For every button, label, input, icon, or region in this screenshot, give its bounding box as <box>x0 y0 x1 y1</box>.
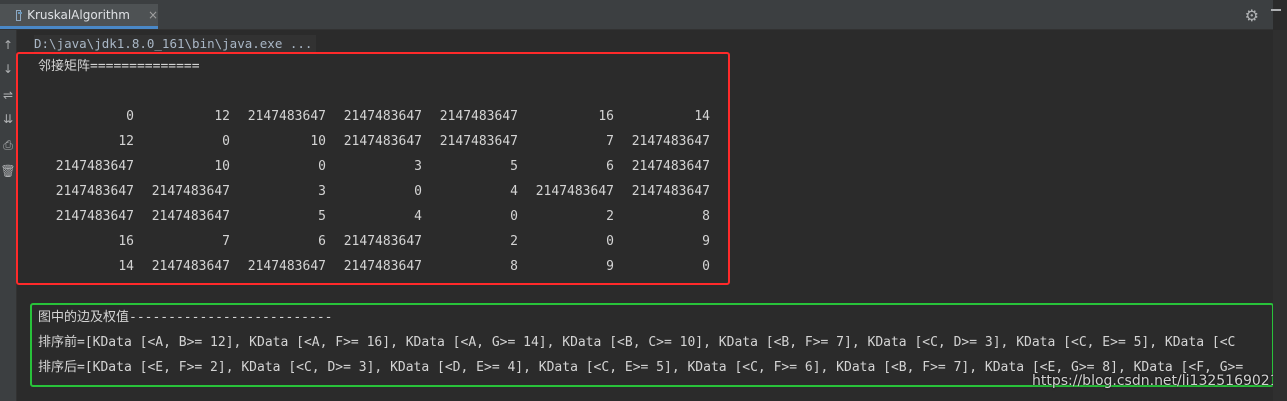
matrix-cell: 10 <box>214 159 230 174</box>
matrix-cell: 12 <box>118 134 134 149</box>
tab-label: KruskalAlgorithm <box>27 8 130 22</box>
soft-wrap-icon[interactable]: ⇌ <box>0 88 16 102</box>
run-tab-bar: KruskalAlgorithm × ⚙ <box>0 4 1273 30</box>
matrix-cell: 2147483647 <box>247 259 326 274</box>
matrix-cell: 2147483647 <box>151 184 230 199</box>
matrix-cell: 2147483647 <box>343 234 422 249</box>
matrix-cell: 0 <box>606 234 614 249</box>
matrix-cell: 7 <box>606 134 614 149</box>
matrix-cell: 8 <box>702 209 710 224</box>
matrix-cell: 10 <box>310 134 326 149</box>
matrix-row: 0 12 2147483647 2147483647 2147483647 16 14 <box>0 107 720 127</box>
vertical-scrollbar[interactable] <box>1273 30 1287 401</box>
matrix-cell: 2147483647 <box>535 184 614 199</box>
tab-kruskal-algorithm[interactable]: KruskalAlgorithm × <box>0 4 158 29</box>
matrix-cell: 3 <box>414 159 422 174</box>
matrix-cell: 0 <box>510 209 518 224</box>
matrix-cell: 2147483647 <box>247 109 326 124</box>
matrix-cell: 0 <box>702 259 710 274</box>
before-sort-line: 排序前=[KData [<A, B>= 12], KData [<A, F>= … <box>38 335 1236 350</box>
matrix-row: 2147483647 2147483647 3 0 4 2147483647 2147483… <box>0 182 720 202</box>
scroll-up-icon[interactable]: ↑ <box>0 38 16 52</box>
matrix-cell: 9 <box>702 234 710 249</box>
matrix-cell: 16 <box>598 109 614 124</box>
matrix-cell: 0 <box>222 134 230 149</box>
watermark: https://blog.csdn.net/li1325169021 <box>1032 373 1273 389</box>
matrix-cell: 12 <box>214 109 230 124</box>
matrix-cell: 2147483647 <box>55 184 134 199</box>
console-icon <box>16 9 23 21</box>
matrix-row: 14 2147483647 2147483647 2147483647 8 9 0 <box>0 257 720 277</box>
matrix-row: 16 7 6 2147483647 2 0 9 <box>0 232 720 252</box>
matrix-cell: 2147483647 <box>439 134 518 149</box>
matrix-cell: 2147483647 <box>631 184 710 199</box>
edges-heading: 图中的边及权值-------------------------- <box>38 310 333 325</box>
scroll-down-icon[interactable]: ↓ <box>0 62 16 76</box>
matrix-cell: 2 <box>606 209 614 224</box>
matrix-row: 2147483647 10 0 3 5 6 2147483647 <box>0 157 720 177</box>
matrix-cell: 6 <box>318 234 326 249</box>
matrix-cell: 2 <box>510 234 518 249</box>
matrix-cell: 8 <box>510 259 518 274</box>
matrix-cell: 5 <box>510 159 518 174</box>
run-command: D:\java\jdk1.8.0_161\bin\java.exe ... <box>34 35 317 52</box>
matrix-cell: 3 <box>318 184 326 199</box>
ide-window: KruskalAlgorithm × ⚙ ↑ ↓ ⇌ ⇊ ⎙ 🗑 D:\java… <box>0 0 1273 401</box>
matrix-cell: 2147483647 <box>343 109 422 124</box>
matrix-cell: 2147483647 <box>343 259 422 274</box>
matrix-cell: 0 <box>126 109 134 124</box>
matrix-cell: 2147483647 <box>151 209 230 224</box>
matrix-row: 2147483647 2147483647 5 4 0 2 8 <box>0 207 720 227</box>
matrix-cell: 5 <box>318 209 326 224</box>
matrix-cell: 2147483647 <box>55 159 134 174</box>
matrix-cell: 6 <box>606 159 614 174</box>
matrix-cell: 4 <box>510 184 518 199</box>
gear-icon[interactable]: ⚙ <box>1245 6 1259 25</box>
matrix-cell: 9 <box>606 259 614 274</box>
matrix-cell: 2147483647 <box>343 134 422 149</box>
matrix-cell: 2147483647 <box>631 134 710 149</box>
matrix-cell: 16 <box>118 234 134 249</box>
matrix-cell: 2147483647 <box>631 159 710 174</box>
matrix-cell: 2147483647 <box>439 109 518 124</box>
matrix-cell: 14 <box>694 109 710 124</box>
matrix-cell: 0 <box>414 184 422 199</box>
matrix-cell: 7 <box>222 234 230 249</box>
minimize-icon[interactable] <box>1271 9 1281 11</box>
matrix-cell: 2147483647 <box>55 209 134 224</box>
matrix-cell: 4 <box>414 209 422 224</box>
matrix-row: 12 0 10 2147483647 2147483647 7 2147483647 <box>0 132 720 152</box>
matrix-cell: 2147483647 <box>151 259 230 274</box>
matrix-cell: 0 <box>318 159 326 174</box>
matrix-heading: 邻接矩阵============== <box>38 59 200 74</box>
matrix-cell: 14 <box>118 259 134 274</box>
close-icon[interactable]: × <box>148 8 158 22</box>
